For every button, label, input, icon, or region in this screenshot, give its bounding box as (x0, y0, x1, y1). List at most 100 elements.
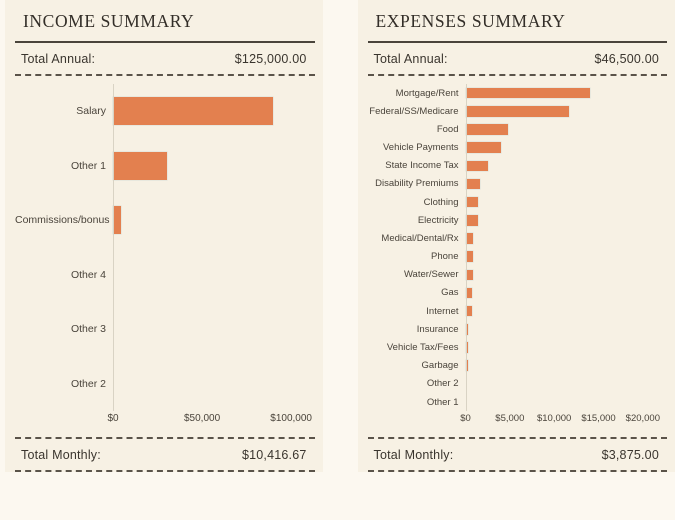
value-bar (113, 97, 274, 126)
chart-row: Other 3 (15, 302, 313, 357)
value-bar (465, 269, 473, 281)
income-monthly-divider-bottom (15, 470, 315, 472)
income-total-annual-row: Total Annual: $125,000.00 (5, 43, 323, 74)
chart-row: Mortgage/Rent (368, 84, 666, 102)
category-label: Vehicle Tax/Fees (386, 341, 459, 353)
bar-track (465, 175, 666, 193)
chart-row: State Income Tax (368, 157, 666, 175)
chart-row: Federal/SS/Medicare (368, 102, 666, 120)
value-bar (465, 124, 509, 135)
income-total-annual-value: $125,000.00 (234, 51, 307, 66)
chart-row: Other 2 (368, 375, 666, 393)
chart-row: Other 4 (15, 248, 313, 303)
category-label: Garbage (421, 360, 459, 372)
category-label: Other 4 (70, 268, 106, 281)
value-bar (465, 251, 474, 262)
bar-track (113, 139, 313, 194)
value-bar (465, 287, 473, 299)
category-label: State Income Tax (385, 160, 459, 172)
bar-track (465, 102, 666, 120)
bar-track (113, 248, 313, 303)
chart-row: Electricity (368, 211, 666, 229)
category-label: Insurance (416, 323, 459, 335)
x-axis-tick-label: $0 (460, 413, 471, 424)
x-axis-tick-label: $0 (107, 413, 119, 424)
expenses-bar-chart: Mortgage/Rent Federal/SS/Medicare Food Vehi… (358, 76, 675, 437)
chart-row: Gas (368, 284, 666, 302)
value-bar (465, 178, 480, 190)
bar-track (465, 284, 666, 302)
bar-track (465, 320, 666, 338)
expenses-monthly-divider-bottom (367, 470, 667, 472)
income-total-annual-label: Total Annual: (21, 51, 96, 66)
value-bar (113, 206, 122, 235)
value-bar (465, 196, 478, 208)
value-bar (465, 105, 570, 117)
bar-track (466, 393, 666, 411)
category-label: Water/Sewer (403, 269, 459, 281)
income-total-monthly-value: $10,416.67 (241, 447, 307, 462)
category-label: Medical/Dental/Rx (381, 232, 459, 244)
category-label: Internet (426, 305, 459, 317)
income-summary-panel: INCOME SUMMARY Total Annual: $125,000.00… (5, 0, 323, 472)
category-label: Gas (441, 287, 459, 299)
x-axis-tick-label: $5,000 (495, 413, 525, 424)
income-bar-chart: Salary Other 1 Commissions/bonus Other 4 Oth… (5, 76, 323, 437)
bar-track (466, 375, 666, 393)
x-axis-tick-label: $15,000 (581, 413, 616, 424)
income-panel-title: INCOME SUMMARY (23, 11, 195, 31)
bar-track (113, 193, 313, 248)
category-label: Commissions/bonus (15, 214, 110, 227)
budget-summary-page: INCOME SUMMARY Total Annual: $125,000.00… (0, 0, 675, 520)
bar-track (465, 84, 666, 102)
value-bar (465, 87, 590, 99)
expenses-y-axis-line (465, 84, 467, 411)
bar-track (465, 248, 666, 266)
chart-row: Other 1 (15, 139, 313, 194)
value-bar (465, 215, 478, 226)
chart-row: Other 1 (368, 393, 666, 411)
category-label: Federal/SS/Medicare (369, 105, 459, 117)
bar-track (113, 84, 313, 139)
chart-row: Phone (368, 248, 666, 266)
x-axis-tick-label: $20,000 (625, 413, 660, 424)
bar-track (465, 120, 666, 138)
expenses-total-monthly-row: Total Monthly: $3,875.00 (358, 439, 675, 470)
category-label: Mortgage/Rent (395, 87, 459, 99)
chart-row: Water/Sewer (368, 266, 666, 284)
bar-track (113, 357, 313, 412)
income-total-monthly-row: Total Monthly: $10,416.67 (5, 439, 323, 470)
category-label: Salary (76, 105, 106, 118)
bar-track (465, 302, 666, 320)
value-bar (465, 233, 474, 244)
chart-row: Food (368, 120, 666, 138)
chart-row: Commissions/bonus (15, 193, 313, 248)
x-axis-tick-label: $10,000 (536, 413, 572, 424)
bar-track (465, 193, 666, 211)
bar-track (465, 139, 666, 157)
category-label: Other 1 (70, 159, 106, 172)
expenses-x-axis: $0 $5,000 $10,000 $15,000 $20,000 (368, 413, 666, 433)
chart-row: Medical/Dental/Rx (368, 229, 666, 247)
chart-row: Vehicle Payments (368, 139, 666, 157)
chart-row: Other 2 (15, 357, 313, 412)
income-plot-area: Salary Other 1 Commissions/bonus Other 4 Oth… (15, 84, 313, 437)
chart-row: Disability Premiums (368, 175, 666, 193)
expenses-panel-title: EXPENSES SUMMARY (375, 11, 566, 31)
income-chart-rows: Salary Other 1 Commissions/bonus Other 4 Oth… (15, 84, 313, 411)
expenses-plot-area: Mortgage/Rent Federal/SS/Medicare Food Vehi… (368, 84, 666, 437)
expenses-total-monthly-label: Total Monthly: (373, 447, 454, 462)
expenses-summary-panel: EXPENSES SUMMARY Total Annual: $46,500.0… (357, 0, 675, 472)
chart-row: Clothing (368, 193, 666, 211)
expenses-total-annual-label: Total Annual: (373, 51, 448, 66)
x-axis-tick-label: $100,000 (270, 413, 312, 424)
income-total-monthly-label: Total Monthly: (21, 447, 101, 462)
bar-track (465, 211, 666, 229)
chart-row: Garbage (368, 357, 666, 375)
category-label: Food (436, 123, 459, 135)
category-label: Vehicle Payments (382, 142, 459, 154)
income-y-axis-line (113, 84, 114, 411)
value-bar (465, 142, 501, 153)
bar-track (113, 302, 313, 357)
category-label: Electricity (417, 214, 459, 226)
